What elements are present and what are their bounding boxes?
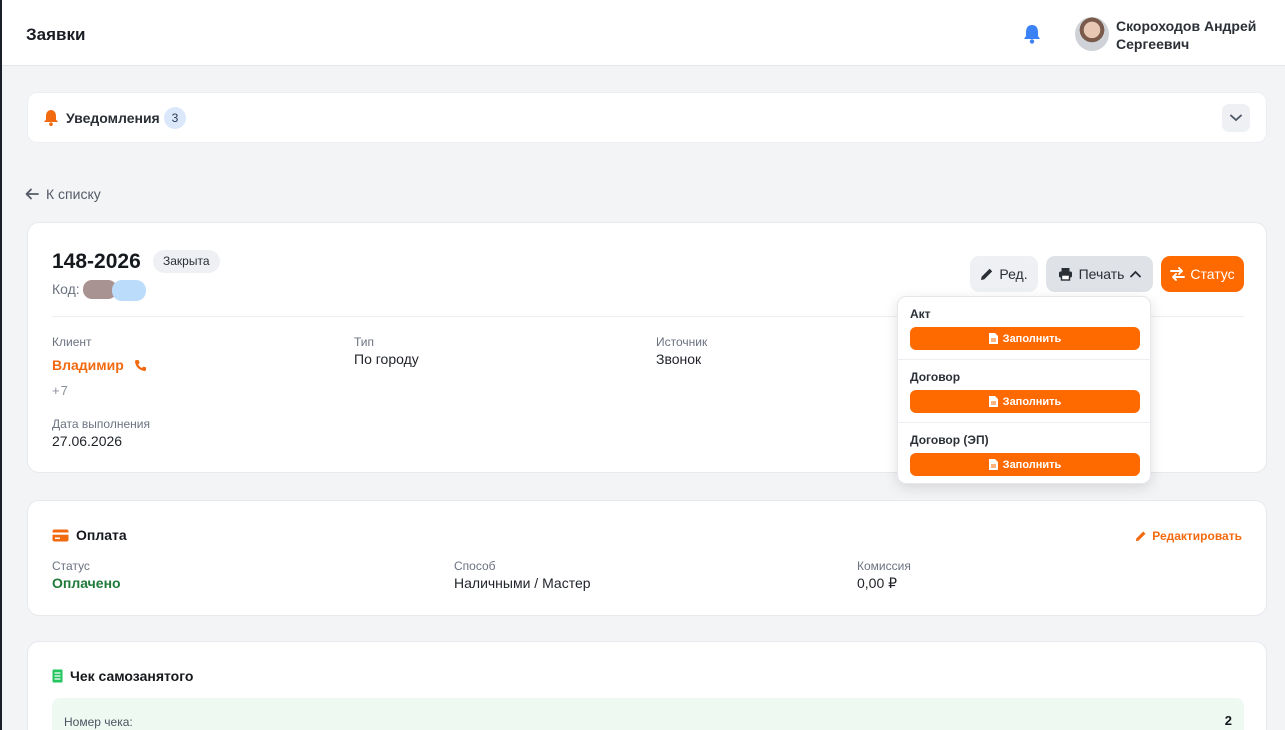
chevron-down-icon (1230, 114, 1242, 122)
receipt-title: Чек самозанятого (52, 668, 193, 684)
receipt-info-panel: Номер чека: 2 (52, 698, 1244, 730)
fill-contract-ep-button[interactable]: Заполнить (910, 453, 1140, 476)
printer-icon (1058, 268, 1072, 281)
client-name-link[interactable]: Владимир (52, 357, 147, 373)
payment-card: Оплата Редактировать Статус Оплачено Спо… (27, 500, 1267, 616)
page-title: Заявки (26, 25, 86, 44)
notifications-toggle-button[interactable] (1222, 104, 1250, 132)
chevron-up-icon (1130, 270, 1142, 278)
menu-item-title: Акт (910, 307, 931, 321)
app-header: Заявки Скороходов Андрей Сергеевич (2, 3, 1285, 66)
code-label: Код: (52, 281, 80, 297)
left-edge (0, 0, 2, 730)
code-redacted (112, 280, 146, 301)
edit-payment-link[interactable]: Редактировать (1135, 529, 1242, 543)
date-value: 27.06.2026 (52, 433, 123, 449)
bell-icon[interactable] (1022, 23, 1042, 45)
pencil-icon (981, 268, 993, 280)
order-number: 148-2026 (52, 250, 141, 273)
fill-button-label: Заполнить (1002, 332, 1062, 345)
back-to-list-link[interactable]: К списку (25, 186, 101, 202)
notifications-panel[interactable]: Уведомления 3 (27, 92, 1267, 143)
receipt-icon (52, 669, 63, 683)
receipt-card: Чек самозанятого Номер чека: 2 (27, 641, 1267, 730)
client-label: Клиент (52, 335, 92, 349)
arrow-left-icon (25, 188, 39, 200)
print-menu-item-contract: Договор Заполнить (898, 360, 1152, 423)
receipt-title-label: Чек самозанятого (70, 668, 194, 684)
print-dropdown-menu: Акт Заполнить Договор Заполнить Договор … (897, 296, 1152, 486)
user-name[interactable]: Скороходов Андрей Сергеевич (1116, 17, 1276, 53)
menu-item-title: Договор (910, 370, 961, 384)
status-button-label: Статус (1190, 266, 1235, 282)
payment-method-label: Способ (454, 559, 496, 573)
receipt-number-label: Номер чека: (64, 715, 133, 729)
payment-method-value: Наличными / Мастер (454, 575, 591, 591)
menu-item-title: Договор (ЭП) (910, 433, 989, 447)
print-button[interactable]: Печать (1046, 256, 1153, 292)
payment-status-label: Статус (52, 559, 90, 573)
type-label: Тип (354, 335, 375, 349)
payment-title-label: Оплата (76, 527, 127, 543)
back-link-label: К списку (46, 186, 101, 202)
type-value: По городу (354, 351, 419, 367)
client-name: Владимир (52, 357, 124, 373)
source-value: Звонок (656, 351, 702, 367)
avatar[interactable] (1075, 17, 1109, 51)
date-label: Дата выполнения (52, 417, 150, 431)
pencil-icon (1136, 531, 1146, 542)
credit-card-icon (52, 529, 69, 541)
notifications-count-badge: 3 (164, 107, 186, 129)
print-button-label: Печать (1078, 266, 1125, 282)
client-phone[interactable]: +7 (52, 383, 69, 398)
fill-button-label: Заполнить (1002, 458, 1062, 471)
fill-contract-button[interactable]: Заполнить (910, 390, 1140, 413)
status-badge: Закрыта (153, 250, 220, 273)
bell-icon (44, 110, 58, 126)
commission-value: 0,00 ₽ (857, 575, 898, 591)
commission-label: Комиссия (857, 559, 911, 573)
fill-button-label: Заполнить (1002, 395, 1062, 408)
print-menu-item-contract-ep: Договор (ЭП) Заполнить (898, 423, 1152, 486)
phone-icon[interactable] (134, 359, 147, 372)
swap-arrows-icon (1170, 267, 1186, 281)
print-menu-item-act: Акт Заполнить (898, 297, 1152, 360)
receipt-number-value: 2 (1224, 713, 1232, 728)
document-icon (988, 459, 998, 470)
document-icon (988, 396, 998, 407)
edit-button[interactable]: Ред. (970, 256, 1038, 292)
payment-title: Оплата (52, 527, 127, 543)
edit-payment-label: Редактировать (1152, 529, 1242, 543)
document-icon (988, 333, 998, 344)
change-status-button[interactable]: Статус (1161, 256, 1244, 292)
notifications-label: Уведомления (66, 110, 160, 126)
payment-status-value: Оплачено (52, 575, 121, 591)
fill-act-button[interactable]: Заполнить (910, 327, 1140, 350)
source-label: Источник (656, 335, 708, 349)
edit-button-label: Ред. (999, 266, 1028, 282)
